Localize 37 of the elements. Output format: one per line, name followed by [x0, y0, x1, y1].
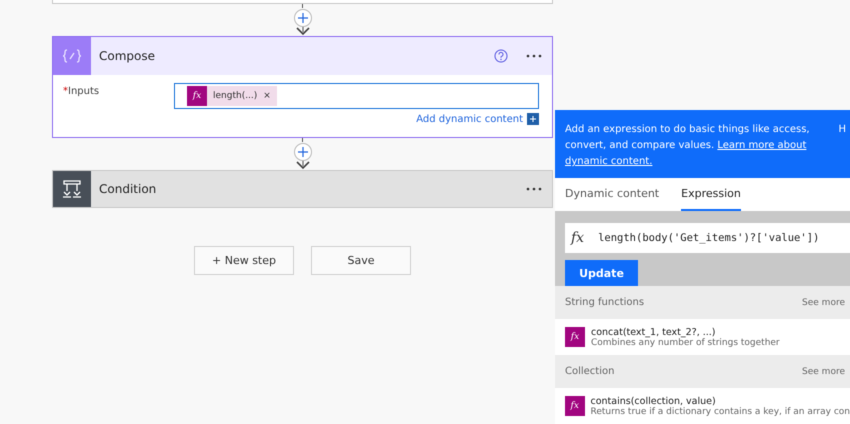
- group-title: Collection: [565, 366, 614, 378]
- see-more-link[interactable]: See more: [802, 366, 845, 377]
- add-step-icon[interactable]: [292, 142, 312, 170]
- learn-more-link[interactable]: dynamic content.: [565, 156, 652, 167]
- see-more-link[interactable]: See more: [802, 298, 845, 308]
- more-icon[interactable]: [526, 187, 542, 191]
- add-dynamic-content-link[interactable]: Add dynamic content: [416, 113, 539, 125]
- condition-icon: [53, 171, 91, 207]
- save-button[interactable]: Save: [311, 246, 411, 275]
- function-name: contains(collection, value): [590, 396, 717, 407]
- function-description: Combines any number of strings together: [591, 338, 780, 348]
- fx-icon: fx: [571, 230, 584, 246]
- add-icon[interactable]: [527, 113, 539, 125]
- new-step-button[interactable]: + New step: [194, 246, 294, 275]
- tab[interactable]: Dynamic content: [565, 178, 660, 212]
- expression-field[interactable]: fx length(body('Get_items')?['value']): [565, 223, 850, 254]
- expression-token[interactable]: fx length(...) ×: [187, 86, 277, 106]
- remove-icon[interactable]: ×: [263, 91, 271, 101]
- more-icon[interactable]: [526, 54, 542, 58]
- help-icon[interactable]: [494, 49, 508, 63]
- field-label: *Inputs: [63, 85, 100, 99]
- function-icon: fx: [565, 396, 584, 416]
- function-description: Returns true if a dictionary contains a key, if an array con: [590, 406, 850, 417]
- function-icon: fx: [565, 327, 585, 348]
- function-item[interactable]: fx contains(collection, value) Returns true if a dictionary contains a key, if an array con: [555, 388, 850, 424]
- cut-text: H: [838, 123, 846, 137]
- condition-card[interactable]: Condition: [52, 170, 553, 208]
- card-title: Compose: [99, 49, 156, 63]
- card-title: Condition: [99, 182, 158, 196]
- info-text: Add an expression to do basic things like access, convert, and compare values. Learn more about dynamic content.: [565, 123, 811, 169]
- function-item[interactable]: fx concat(text_1, text_2?, ...) Combines any number of strings together: [555, 319, 850, 356]
- group-title: String functions: [565, 297, 644, 308]
- learn-more-link[interactable]: Learn more about: [717, 140, 806, 151]
- input-field[interactable]: fx length(...) ×: [174, 83, 539, 109]
- add-step-icon[interactable]: [292, 8, 312, 36]
- update-button[interactable]: Update: [565, 260, 638, 286]
- function-name: concat(text_1, text_2?, ...): [591, 326, 717, 338]
